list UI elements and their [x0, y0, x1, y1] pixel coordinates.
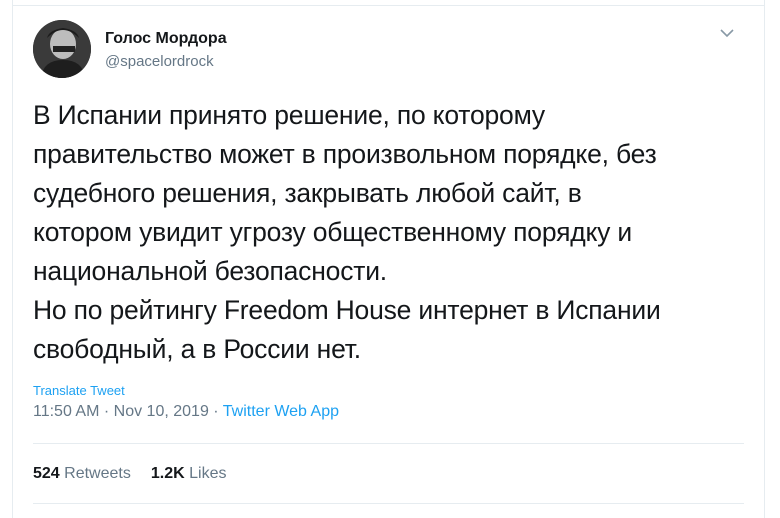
top-divider: [13, 5, 764, 6]
tweet-date[interactable]: Nov 10, 2019: [114, 403, 209, 420]
retweets-stat[interactable]: 524 Retweets: [33, 465, 131, 482]
stats-bottom-divider: [33, 503, 744, 504]
avatar-image: [33, 20, 91, 78]
tweet-timestamp-row: 11:50 AM · Nov 10, 2019 · Twitter Web Ap…: [33, 403, 339, 421]
tweet-text: В Испании принято решение, по которому п…: [33, 100, 661, 364]
author-handle[interactable]: @spacelordrock: [105, 53, 214, 70]
author-display-name[interactable]: Голос Мордора: [105, 30, 227, 48]
chevron-down-icon[interactable]: [719, 26, 735, 38]
retweets-count: 524: [33, 465, 60, 482]
tweet-stats: 524 Retweets 1.2K Likes: [33, 465, 226, 483]
avatar[interactable]: [33, 20, 91, 78]
likes-stat[interactable]: 1.2K Likes: [151, 465, 227, 482]
tweet-card: Голос Мордора @spacelordrock В Испании п…: [12, 0, 765, 518]
retweets-label: Retweets: [64, 465, 131, 482]
stats-top-divider: [33, 443, 744, 444]
translate-tweet-link[interactable]: Translate Tweet: [33, 383, 125, 398]
likes-label: Likes: [189, 465, 227, 482]
meta-separator: ·: [213, 403, 219, 420]
meta-separator: ·: [103, 403, 110, 420]
tweet-source-link[interactable]: Twitter Web App: [223, 403, 339, 420]
likes-count: 1.2K: [150, 465, 185, 482]
tweet-time[interactable]: 11:50 AM: [33, 403, 99, 420]
